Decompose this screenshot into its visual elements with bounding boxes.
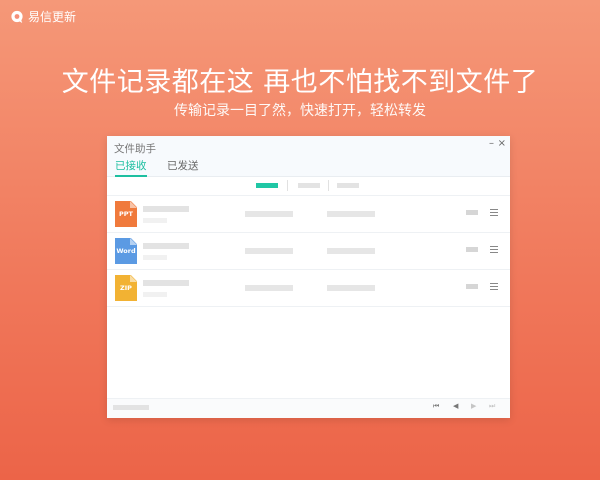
first-page-icon[interactable]: ⏮ bbox=[433, 402, 439, 411]
file-size-placeholder bbox=[245, 211, 293, 217]
tab-sent[interactable]: 已发送 bbox=[167, 158, 199, 175]
tab-received[interactable]: 已接收 bbox=[115, 158, 147, 177]
file-meta-placeholder bbox=[143, 292, 167, 297]
file-meta-placeholder bbox=[143, 255, 167, 260]
file-row-zip[interactable]: ZIP bbox=[107, 270, 510, 307]
file-name-placeholder bbox=[143, 243, 189, 249]
filter-divider bbox=[287, 180, 288, 191]
file-size-placeholder bbox=[245, 285, 293, 291]
file-list: PPT Word ZIP bbox=[107, 196, 510, 307]
file-type-label: ZIP bbox=[120, 284, 132, 292]
minimize-button[interactable]: – bbox=[489, 138, 494, 149]
filter-bar bbox=[107, 176, 510, 196]
prev-page-icon[interactable]: ◀ bbox=[453, 402, 458, 410]
file-time-placeholder bbox=[327, 285, 375, 291]
file-name-placeholder bbox=[143, 206, 189, 212]
file-assistant-window: 文件助手 – × 已接收 已发送 PPT Word ZIP ⏮ ◀ ▶ ⏭ bbox=[107, 136, 510, 418]
file-corner-fold bbox=[130, 238, 137, 245]
footer-status-placeholder bbox=[113, 405, 149, 410]
file-time-placeholder bbox=[327, 248, 375, 254]
ppt-file-icon: PPT bbox=[115, 201, 137, 227]
row-menu-icon[interactable] bbox=[490, 246, 498, 253]
filter-divider bbox=[328, 180, 329, 191]
chat-bubble-icon bbox=[11, 10, 23, 23]
next-page-icon[interactable]: ▶ bbox=[471, 402, 476, 410]
file-time-placeholder bbox=[327, 211, 375, 217]
file-name-placeholder bbox=[143, 280, 189, 286]
file-size-placeholder bbox=[245, 248, 293, 254]
filter-option[interactable] bbox=[298, 183, 320, 188]
file-meta-placeholder bbox=[143, 218, 167, 223]
hero-subtitle: 传输记录一目了然，快速打开，轻松转发 bbox=[174, 103, 426, 119]
file-type-label: PPT bbox=[119, 210, 133, 218]
open-action-placeholder[interactable] bbox=[466, 247, 478, 252]
filter-option[interactable] bbox=[337, 183, 359, 188]
file-corner-fold bbox=[130, 201, 137, 208]
file-row-word[interactable]: Word bbox=[107, 233, 510, 270]
brand: 易信更新 bbox=[10, 8, 76, 25]
open-action-placeholder[interactable] bbox=[466, 284, 478, 289]
last-page-icon[interactable]: ⏭ bbox=[489, 402, 495, 411]
file-corner-fold bbox=[130, 275, 137, 282]
window-header: 文件助手 – × 已接收 已发送 bbox=[107, 136, 510, 177]
window-title: 文件助手 bbox=[114, 143, 156, 155]
file-row-ppt[interactable]: PPT bbox=[107, 196, 510, 233]
brand-name: 易信更新 bbox=[28, 10, 77, 24]
window-footer: ⏮ ◀ ▶ ⏭ bbox=[107, 398, 510, 418]
word-file-icon: Word bbox=[115, 238, 137, 264]
row-menu-icon[interactable] bbox=[490, 283, 498, 290]
zip-file-icon: ZIP bbox=[115, 275, 137, 301]
filter-option-active[interactable] bbox=[256, 183, 278, 188]
row-menu-icon[interactable] bbox=[490, 209, 498, 216]
open-action-placeholder[interactable] bbox=[466, 210, 478, 215]
close-button[interactable]: × bbox=[498, 138, 506, 149]
hero-title: 文件记录都在这 再也不怕找不到文件了 bbox=[61, 67, 539, 98]
file-type-label: Word bbox=[116, 247, 136, 255]
